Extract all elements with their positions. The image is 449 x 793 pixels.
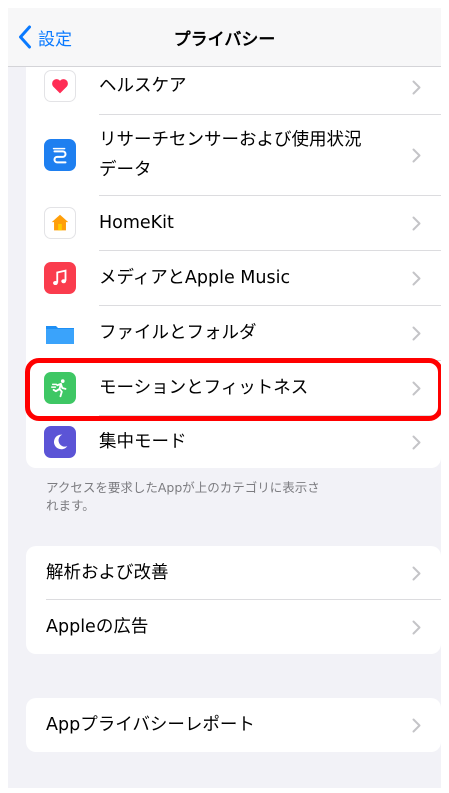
chevron-right-icon	[412, 566, 421, 581]
footnote-line: れます。	[46, 498, 95, 513]
privacy-item-label: HomeKit	[99, 213, 174, 233]
analytics-item-label: Appleの広告	[46, 617, 149, 637]
privacy-item-label: ヘルスケア	[99, 76, 187, 96]
research-sensor-icon	[44, 139, 76, 171]
apple-advertising-item[interactable]: Appleの広告	[26, 600, 441, 654]
privacy-item-label: ファイルとフォルダ	[99, 323, 257, 343]
privacy-footnote: アクセスを要求したAppが上のカテゴリに表示さ れます。	[46, 479, 396, 515]
homekit-icon	[44, 207, 76, 239]
privacy-item-motion-fitness[interactable]: モーションとフィットネス	[26, 361, 441, 415]
moon-icon	[44, 426, 76, 458]
privacy-item-label: メディアとApple Music	[99, 268, 291, 288]
analytics-item-label: 解析および改善	[46, 563, 169, 583]
chevron-right-icon	[412, 620, 421, 635]
analytics-improvements-item[interactable]: 解析および改善	[26, 546, 441, 599]
privacy-item-research-sensor[interactable]: リサーチセンサーおよび使用状況 データ	[26, 115, 441, 195]
page-title: プライバシー	[173, 30, 276, 50]
chevron-right-icon	[412, 326, 421, 341]
footnote-line: アクセスを要求したAppが上のカテゴリに表示さ	[46, 480, 320, 495]
privacy-item-media-apple-music[interactable]: メディアとApple Music	[26, 251, 441, 305]
privacy-item-label-line2: データ	[99, 160, 152, 180]
navigation-bar: 設定 プライバシー	[8, 8, 441, 67]
chevron-right-icon	[412, 80, 421, 95]
report-item-label: Appプライバシーレポート	[46, 715, 255, 735]
privacy-category-list: ヘルスケア リサーチセンサーおよび使用状況 データ HomeKit メディアとA…	[26, 58, 441, 468]
chevron-right-icon	[412, 435, 421, 450]
app-privacy-report-list: Appプライバシーレポート	[26, 698, 441, 752]
chevron-right-icon	[412, 381, 421, 396]
health-heart-icon	[44, 70, 76, 102]
privacy-item-files-folders[interactable]: ファイルとフォルダ	[26, 306, 441, 360]
chevron-right-icon	[412, 216, 421, 231]
chevron-right-icon	[412, 271, 421, 286]
chevron-right-icon	[412, 718, 421, 733]
privacy-item-homekit[interactable]: HomeKit	[26, 196, 441, 250]
fitness-runner-icon	[44, 372, 76, 404]
privacy-item-label: 集中モード	[99, 432, 187, 452]
chevron-right-icon	[412, 148, 421, 163]
folder-icon	[44, 317, 76, 349]
privacy-item-focus[interactable]: 集中モード	[26, 416, 441, 468]
privacy-item-label: リサーチセンサーおよび使用状況	[99, 130, 362, 150]
music-icon	[44, 262, 76, 294]
app-privacy-report-item[interactable]: Appプライバシーレポート	[26, 698, 441, 752]
settings-screen: ヘルスケア リサーチセンサーおよび使用状況 データ HomeKit メディアとA…	[8, 8, 441, 788]
privacy-item-label: モーションとフィットネス	[99, 378, 309, 398]
analytics-ads-list: 解析および改善 Appleの広告	[26, 546, 441, 654]
